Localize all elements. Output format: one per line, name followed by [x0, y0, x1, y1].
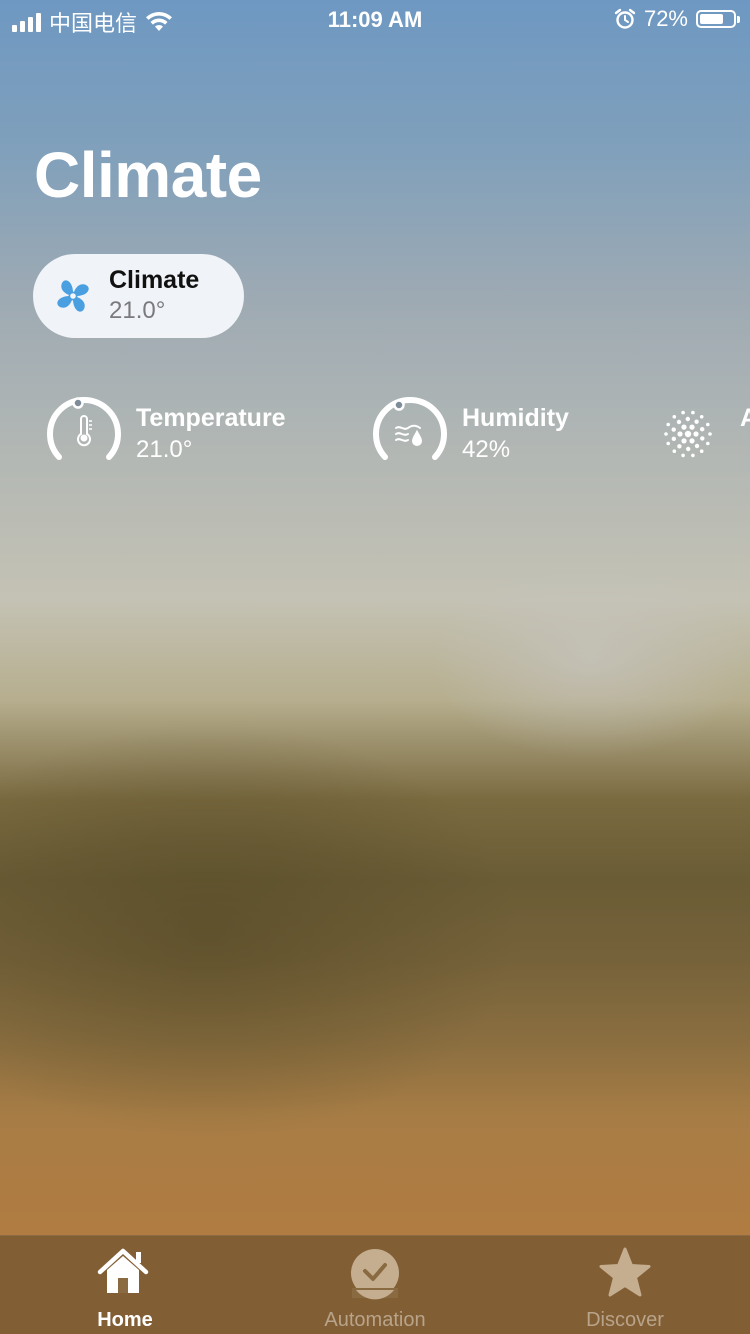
star-icon	[599, 1247, 651, 1297]
tab-bar: Home Automation Discover	[0, 1235, 750, 1334]
temperature-sensor[interactable]: Temperature 21.0°	[46, 396, 326, 466]
tab-home-label: Home	[97, 1309, 153, 1331]
humidity-icon	[395, 424, 423, 446]
tab-automation-label: Automation	[324, 1309, 426, 1331]
humidity-value: 42%	[462, 436, 511, 463]
tab-automation[interactable]: Automation	[250, 1236, 500, 1334]
air-quality-icon	[664, 410, 712, 458]
tab-discover-label: Discover	[586, 1309, 664, 1331]
air-quality-label: A	[740, 404, 750, 432]
status-right: 72%	[614, 6, 740, 32]
status-bar: 中国电信 11:09 AM 72%	[0, 0, 750, 40]
battery-icon	[696, 10, 740, 28]
tab-discover[interactable]: Discover	[500, 1236, 750, 1334]
page-title: Climate	[34, 139, 262, 211]
climate-tile-value: 21.0°	[109, 297, 166, 324]
battery-percent: 72%	[643, 6, 688, 31]
humidity-gauge	[373, 397, 447, 460]
climate-tile-name: Climate	[109, 266, 200, 294]
alarm-icon	[614, 8, 636, 29]
fan-icon	[57, 280, 89, 312]
humidity-label: Humidity	[462, 404, 569, 432]
thermometer-icon	[77, 415, 92, 447]
climate-accessory-tile[interactable]: Climate 21.0°	[33, 254, 244, 338]
temperature-value: 21.0°	[136, 436, 193, 463]
air-quality-sensor[interactable]: A	[660, 396, 750, 466]
temperature-label: Temperature	[136, 404, 286, 432]
home-icon	[97, 1248, 149, 1293]
humidity-sensor[interactable]: Humidity 42%	[372, 396, 632, 466]
temperature-gauge	[47, 397, 121, 460]
tab-home[interactable]: Home	[0, 1236, 250, 1334]
clock-icon	[351, 1249, 399, 1300]
